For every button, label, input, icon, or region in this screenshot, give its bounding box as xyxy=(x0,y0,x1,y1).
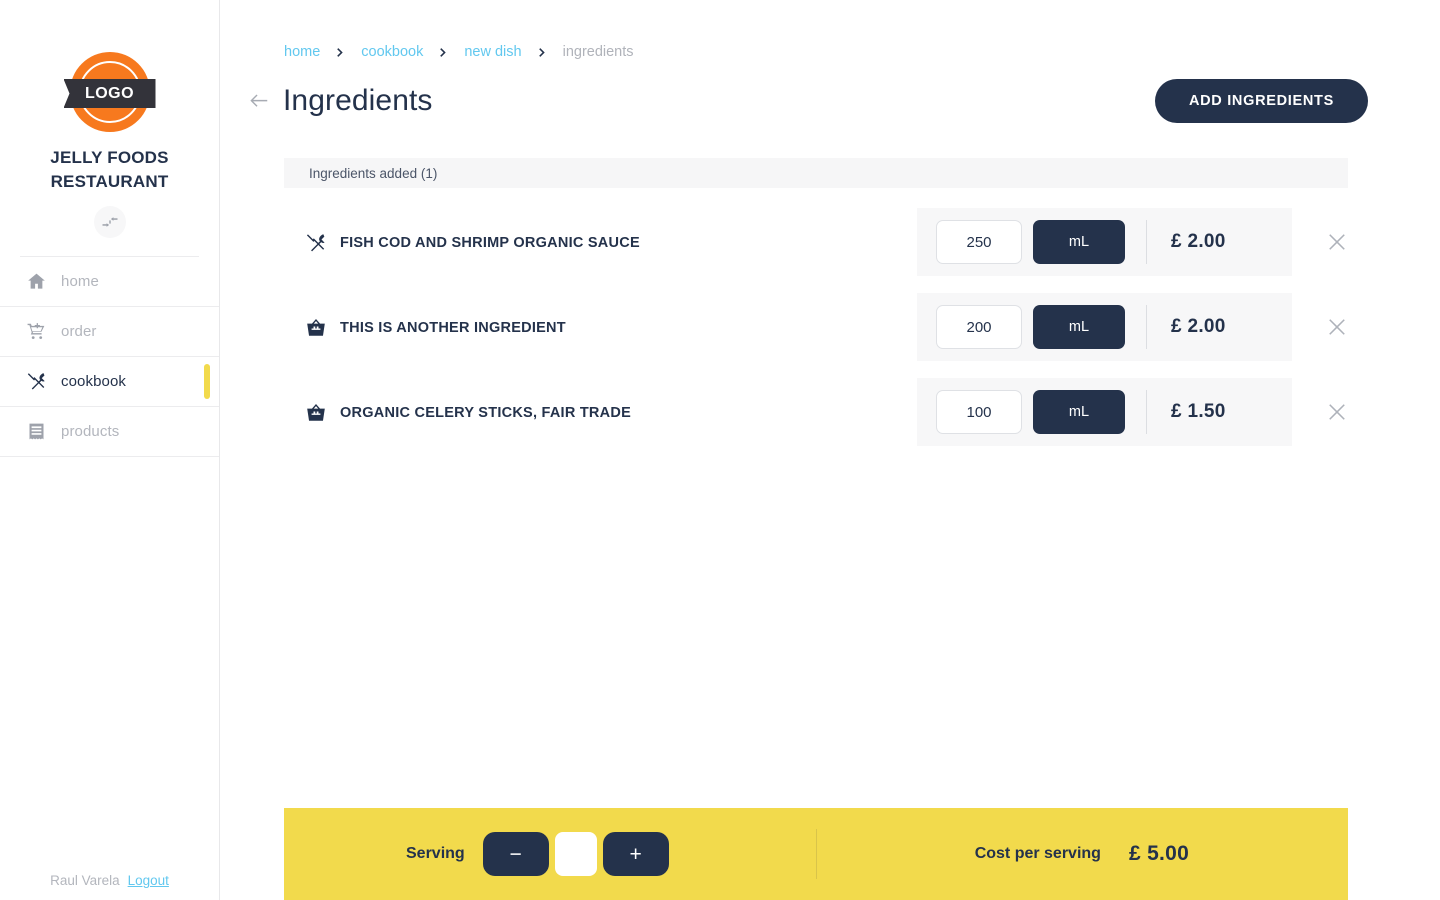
basket-icon xyxy=(304,317,328,339)
serving-label: Serving xyxy=(406,845,465,862)
logo-text: LOGO xyxy=(84,84,135,102)
table-row: THIS IS ANOTHER INGREDIENT mL £ 2.00 xyxy=(284,285,1348,370)
remove-ingredient-button[interactable] xyxy=(1321,396,1353,428)
ingredient-price: £ 2.00 xyxy=(1171,316,1226,337)
ingredients-list: FISH COD AND SHRIMP ORGANIC SAUCE mL £ 2… xyxy=(284,200,1348,455)
page-title: Ingredients xyxy=(283,84,433,117)
ingredient-controls: mL £ 2.00 xyxy=(917,208,1292,276)
chevron-right-icon xyxy=(335,47,346,58)
sidebar-item-label: cookbook xyxy=(61,373,127,390)
logo-ribbon: LOGO xyxy=(63,79,156,108)
close-icon xyxy=(1329,319,1345,335)
serving-stepper: Serving − + xyxy=(406,832,669,876)
ingredient-price: £ 2.00 xyxy=(1171,231,1226,252)
add-ingredients-button[interactable]: ADD INGREDIENTS xyxy=(1154,79,1368,123)
logo: LOGO xyxy=(63,52,156,132)
cutlery-icon xyxy=(304,232,328,254)
app-root: LOGO JELLY FOODS RESTAURANT home order c… xyxy=(0,0,1440,900)
cost-value: £ 5.00 xyxy=(1128,842,1190,865)
active-indicator xyxy=(204,364,210,399)
list-header-label: Ingredients added (1) xyxy=(309,165,438,181)
quantity-input[interactable] xyxy=(936,305,1022,349)
collapse-arrows-icon xyxy=(102,217,117,227)
unit-button[interactable]: mL xyxy=(1033,305,1125,349)
sidebar-item-products[interactable]: products xyxy=(0,407,219,457)
close-icon xyxy=(1329,234,1345,250)
sidebar-item-label: order xyxy=(61,323,97,340)
table-row: FISH COD AND SHRIMP ORGANIC SAUCE mL £ 2… xyxy=(284,200,1348,285)
unit-button[interactable]: mL xyxy=(1033,220,1125,264)
ingredient-name: ORGANIC CELERY STICKS, FAIR TRADE xyxy=(340,404,632,421)
back-button[interactable] xyxy=(244,86,274,116)
divider xyxy=(1146,305,1147,349)
remove-ingredient-button[interactable] xyxy=(1321,311,1353,343)
breadcrumb-item-new-dish[interactable]: new dish xyxy=(464,44,521,60)
remove-ingredient-button[interactable] xyxy=(1321,226,1353,258)
sidebar-item-label: products xyxy=(61,423,120,440)
ingredient-price: £ 1.50 xyxy=(1171,401,1226,422)
receipt-icon xyxy=(26,421,47,442)
page-header: Ingredients ADD INGREDIENTS xyxy=(244,79,1368,123)
breadcrumb-item-cookbook[interactable]: cookbook xyxy=(361,44,423,60)
chevron-right-icon xyxy=(537,47,548,58)
divider xyxy=(815,829,817,879)
cutlery-icon xyxy=(26,371,47,392)
ingredient-controls: mL £ 1.50 xyxy=(917,378,1292,446)
serving-decrement-button[interactable]: − xyxy=(482,832,549,876)
sidebar-footer: Raul Varela Logout xyxy=(0,873,219,900)
basket-icon xyxy=(304,402,328,424)
sidebar-item-cookbook[interactable]: cookbook xyxy=(0,357,219,407)
sidebar-nav: home order cookbook products xyxy=(0,257,219,457)
serving-increment-button[interactable]: + xyxy=(602,832,669,876)
cost-label: Cost per serving xyxy=(974,845,1101,862)
serving-input[interactable] xyxy=(554,832,597,876)
serving-bar: Serving − + Cost per serving £ 5.00 xyxy=(284,808,1348,900)
breadcrumb-item-home[interactable]: home xyxy=(284,44,320,60)
sidebar-item-label: home xyxy=(61,273,99,290)
close-icon xyxy=(1329,404,1345,420)
quantity-input[interactable] xyxy=(936,390,1022,434)
breadcrumb: home cookbook new dish ingredients xyxy=(284,44,634,60)
divider xyxy=(1146,390,1147,434)
ingredient-name: THIS IS ANOTHER INGREDIENT xyxy=(340,319,566,336)
sidebar-item-order[interactable]: order xyxy=(0,307,219,357)
divider xyxy=(1146,220,1147,264)
quantity-input[interactable] xyxy=(936,220,1022,264)
cost-per-serving: Cost per serving £ 5.00 xyxy=(975,842,1189,866)
list-header: Ingredients added (1) xyxy=(284,158,1348,188)
ingredient-controls: mL £ 2.00 xyxy=(917,293,1292,361)
arrow-left-icon xyxy=(250,94,268,107)
cart-add-icon xyxy=(26,321,47,342)
logout-link[interactable]: Logout xyxy=(128,873,169,888)
ingredient-name: FISH COD AND SHRIMP ORGANIC SAUCE xyxy=(340,234,640,251)
brand-name: JELLY FOODS RESTAURANT xyxy=(50,148,169,191)
home-icon xyxy=(26,271,47,292)
user-name: Raul Varela xyxy=(50,873,120,888)
sidebar-collapse-button[interactable] xyxy=(93,206,126,238)
chevron-right-icon xyxy=(438,47,449,58)
breadcrumb-item-ingredients: ingredients xyxy=(562,44,634,60)
table-row: ORGANIC CELERY STICKS, FAIR TRADE mL £ 1… xyxy=(284,370,1348,455)
sidebar: LOGO JELLY FOODS RESTAURANT home order c… xyxy=(0,0,220,900)
main-content: home cookbook new dish ingredients Ingre… xyxy=(220,0,1440,900)
brand-block: LOGO JELLY FOODS RESTAURANT xyxy=(0,0,219,238)
unit-button[interactable]: mL xyxy=(1033,390,1125,434)
sidebar-item-home[interactable]: home xyxy=(0,257,219,307)
